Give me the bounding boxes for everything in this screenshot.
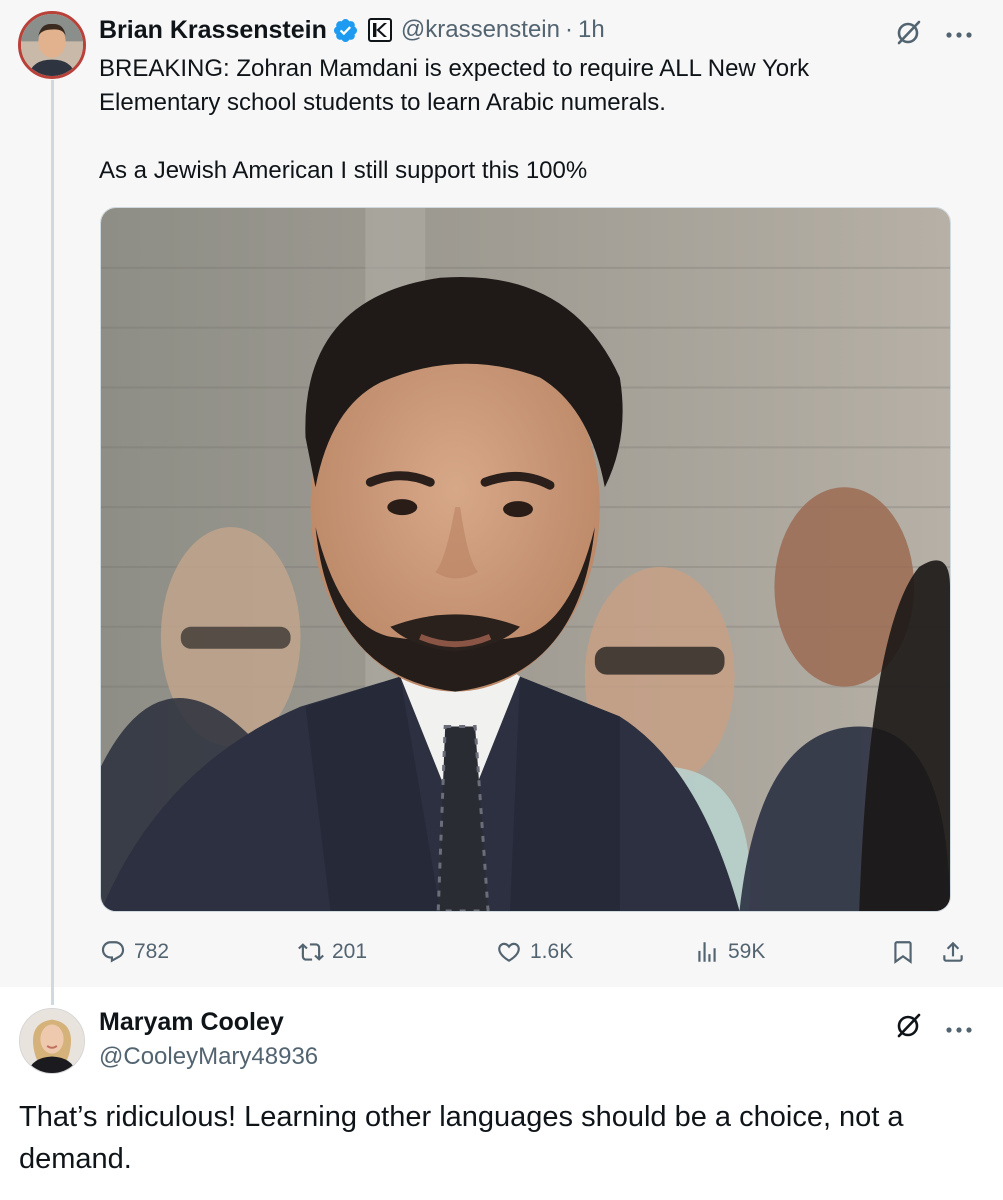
heart-icon <box>498 942 520 962</box>
like-button[interactable]: 1.6K <box>496 932 573 972</box>
avatar-photo-icon <box>20 1009 84 1073</box>
tweet-text-line: BREAKING: Zohran Mamdani is expected to … <box>99 55 810 116</box>
reply-author-name[interactable]: Maryam Cooley <box>99 1008 284 1037</box>
author-avatar[interactable] <box>18 11 86 79</box>
like-count: 1.6K <box>530 940 574 963</box>
tweet-header: Brian Krassenstein @krassenstein · 1h <box>99 13 605 47</box>
grok-icon[interactable] <box>895 18 923 46</box>
photo-man-in-suit-icon <box>101 208 950 911</box>
share-icon <box>943 941 963 962</box>
reply-button[interactable]: 782 <box>100 932 169 972</box>
reply-text: That’s ridiculous! Learning other langua… <box>19 1101 904 1175</box>
tweet-text-line: As a Jewish American I still support thi… <box>99 157 588 184</box>
tweet-timestamp[interactable]: 1h <box>578 16 605 44</box>
tweet-text: BREAKING: Zohran Mamdani is expected to … <box>99 52 879 188</box>
tweet-actions: 782 201 1.6K 59K <box>100 932 975 972</box>
reply-author-handle[interactable]: @CooleyMary48936 <box>99 1043 318 1071</box>
thread-line <box>51 80 54 1005</box>
reply-count: 782 <box>134 940 170 963</box>
reply-icon <box>101 941 125 963</box>
author-display-name[interactable]: Brian Krassenstein <box>99 16 327 45</box>
retweet-button[interactable]: 201 <box>298 932 367 972</box>
retweet-icon <box>298 943 324 961</box>
separator-dot: · <box>564 16 573 43</box>
tweet-media-image[interactable] <box>100 207 951 912</box>
avatar-photo-icon <box>21 14 83 76</box>
bookmark-icon <box>894 941 912 964</box>
views-count: 59K <box>728 940 766 963</box>
share-button[interactable] <box>940 932 966 972</box>
verified-badge-icon <box>332 17 359 44</box>
author-handle[interactable]: @krassenstein <box>401 16 560 44</box>
views-button[interactable]: 59K <box>694 932 765 972</box>
more-icon[interactable] <box>945 26 973 38</box>
k-logo-icon[interactable] <box>367 18 392 42</box>
reply-author-avatar[interactable] <box>19 1008 85 1074</box>
bookmark-button[interactable] <box>890 932 916 972</box>
retweet-count: 201 <box>332 940 368 963</box>
grok-icon[interactable] <box>895 1011 923 1039</box>
more-icon[interactable] <box>945 1021 973 1033</box>
views-icon <box>698 942 716 962</box>
